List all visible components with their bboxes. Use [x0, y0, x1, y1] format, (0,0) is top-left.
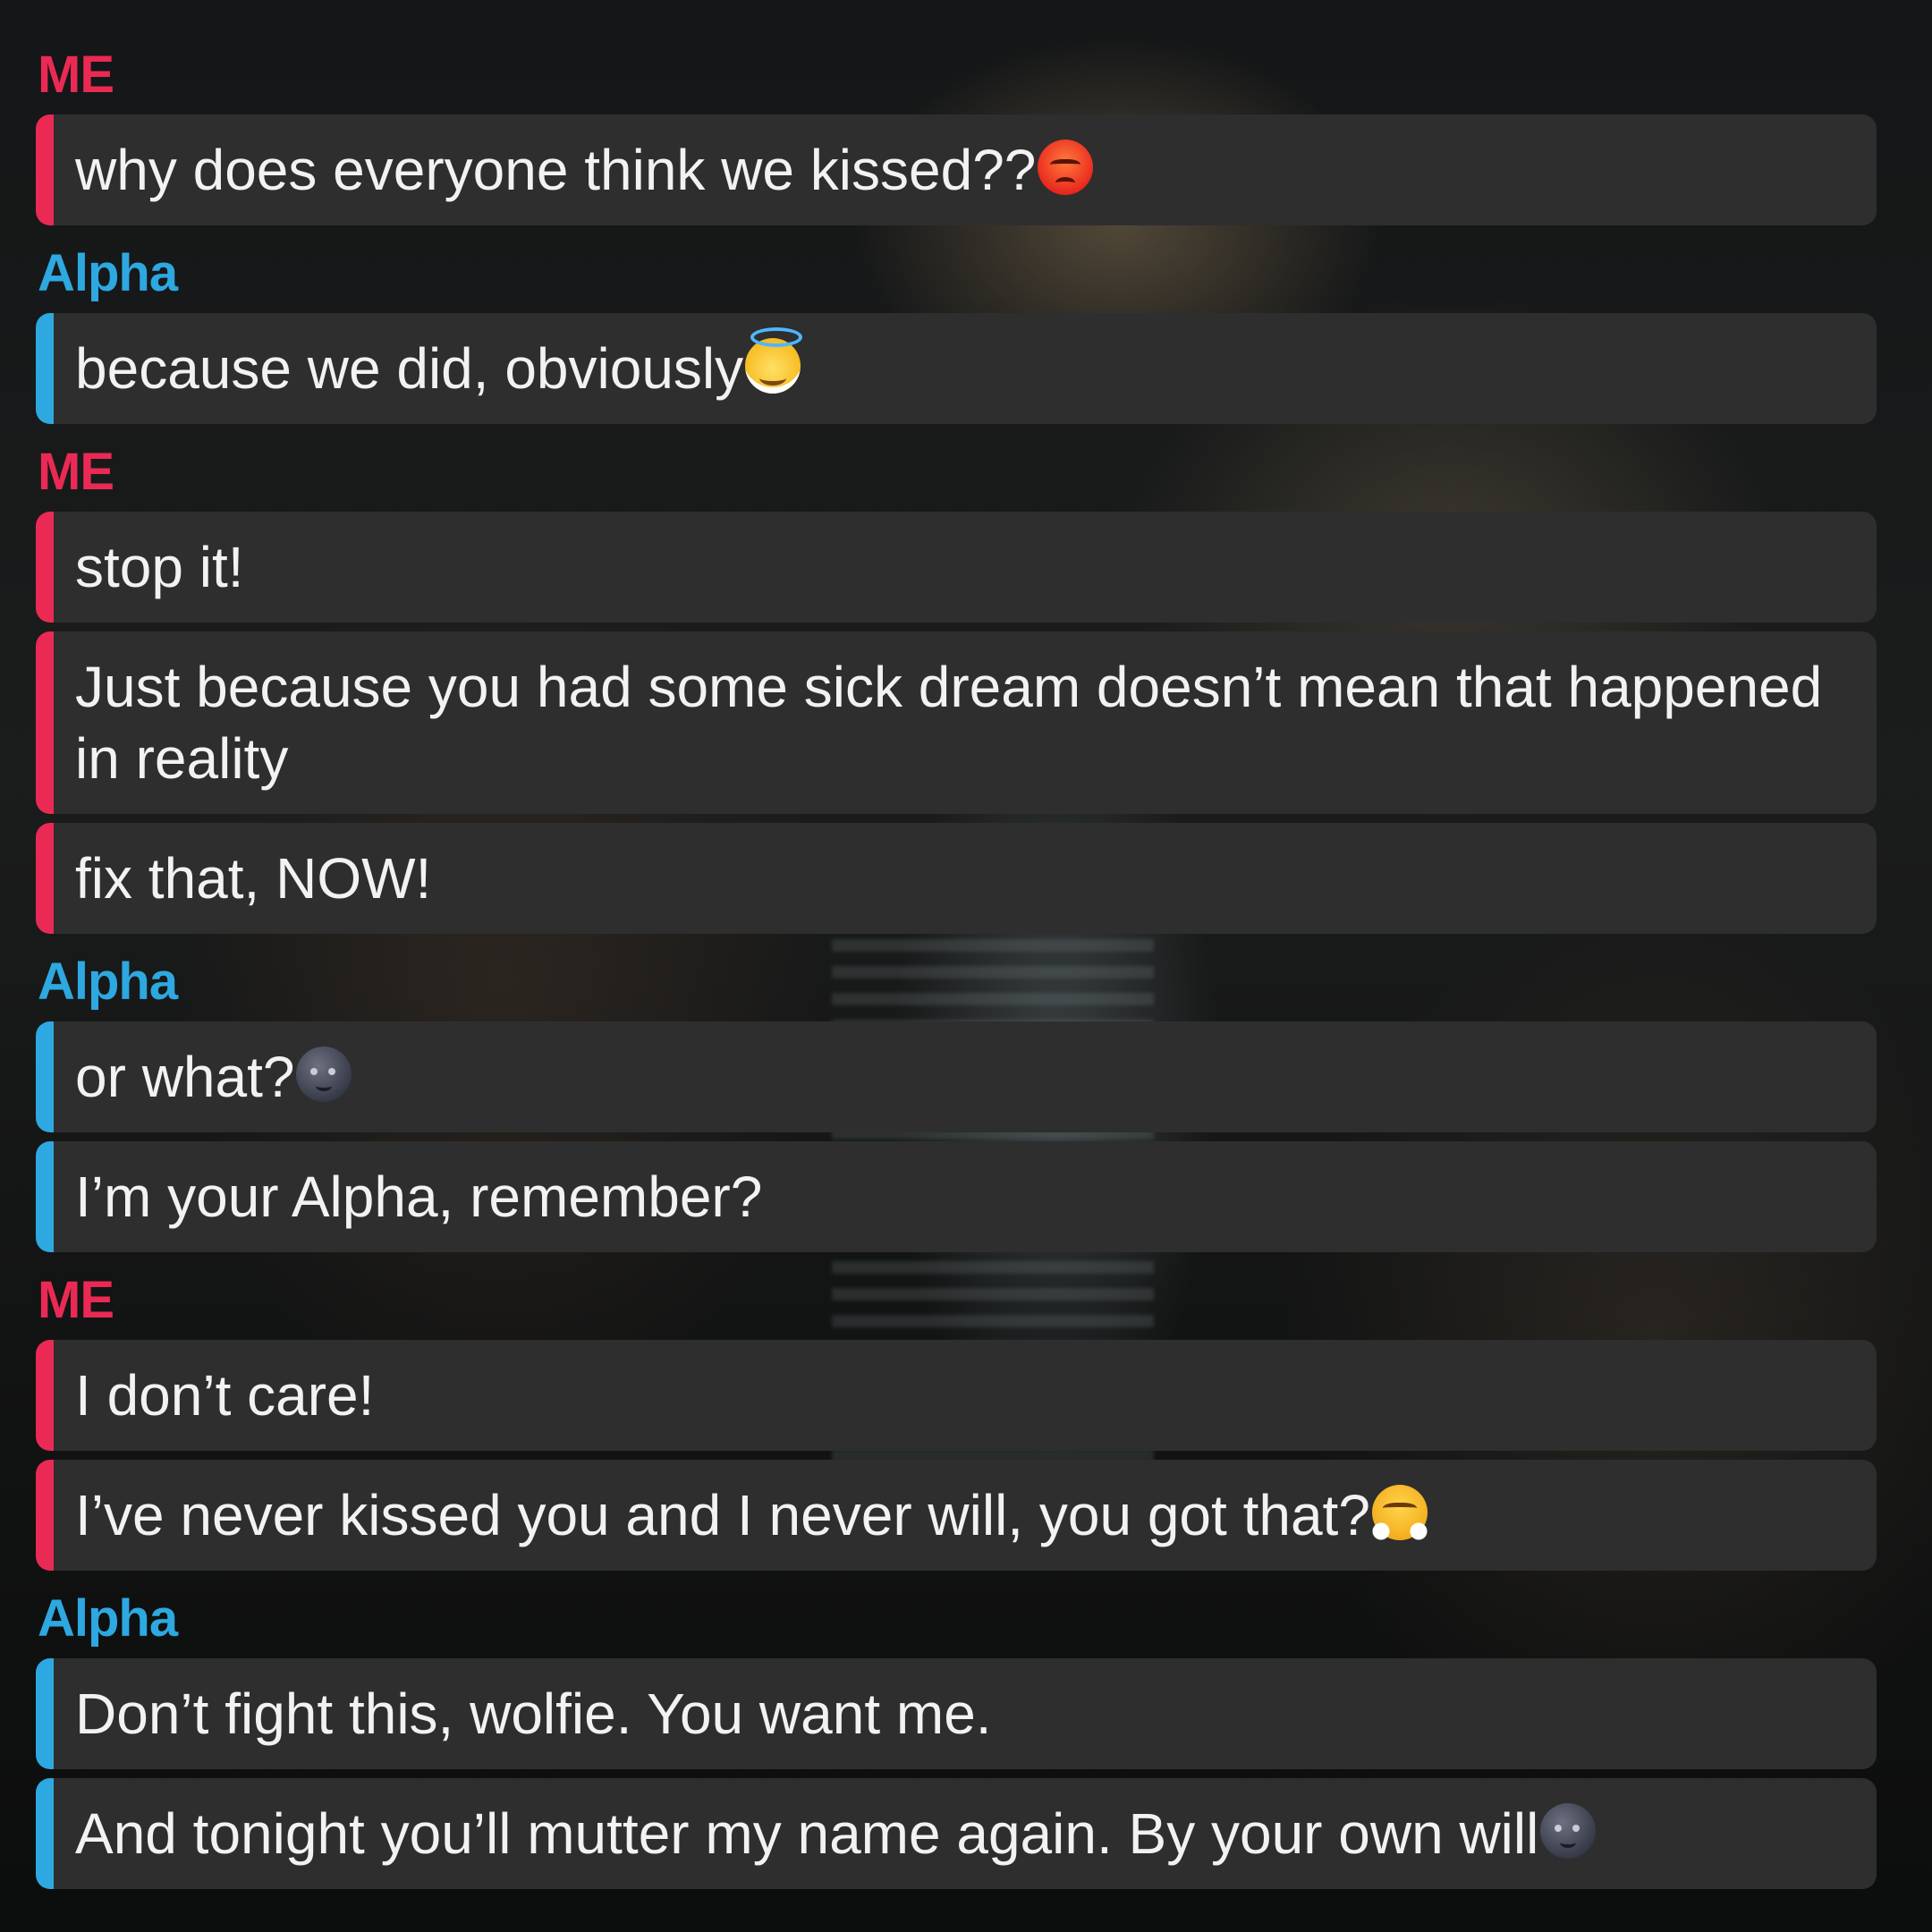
message-text: fix that, NOW! — [75, 846, 432, 911]
sender-name-me: ME — [38, 46, 114, 104]
message-text: I’m your Alpha, remember? — [75, 1165, 763, 1229]
message-text: And tonight you’ll mutter my name again.… — [75, 1801, 1539, 1866]
new-moon-face-icon — [1540, 1803, 1597, 1859]
message-bubble[interactable]: I’ve never kissed you and I never will, … — [36, 1460, 1877, 1571]
message-bubble[interactable]: fix that, NOW! — [36, 823, 1877, 934]
message-text: Just because you had some sick dream doe… — [75, 655, 1823, 791]
message-bubble[interactable]: because we did, obviously — [36, 313, 1877, 424]
message-bubble[interactable]: Don’t fight this, wolfie. You want me. — [36, 1658, 1877, 1769]
message-text: because we did, obviously — [75, 336, 744, 401]
sender-name-alpha: Alpha — [38, 244, 178, 302]
message-bubble[interactable]: Just because you had some sick dream doe… — [36, 631, 1877, 814]
message-text: Don’t fight this, wolfie. You want me. — [75, 1682, 992, 1746]
message-text: stop it! — [75, 535, 244, 599]
message-bubble[interactable]: And tonight you’ll mutter my name again.… — [36, 1778, 1877, 1889]
chat-thread: ME why does everyone think we kissed?? A… — [36, 36, 1877, 1898]
smiling-face-with-halo-icon — [745, 327, 803, 394]
face-with-steam-from-nose-icon — [1369, 1485, 1429, 1540]
sender-name-alpha: Alpha — [38, 1589, 178, 1648]
new-moon-face-icon — [296, 1046, 352, 1102]
message-bubble[interactable]: stop it! — [36, 512, 1877, 623]
sender-name-me: ME — [38, 1271, 114, 1329]
angry-face-icon — [1038, 140, 1094, 195]
message-bubble[interactable]: or what? — [36, 1021, 1877, 1132]
message-bubble[interactable]: I’m your Alpha, remember? — [36, 1141, 1877, 1252]
sender-name-alpha: Alpha — [38, 953, 178, 1011]
sender-name-me: ME — [38, 443, 114, 501]
message-text: I don’t care! — [75, 1363, 375, 1428]
message-text: I’ve never kissed you and I never will, … — [75, 1483, 1370, 1547]
message-bubble[interactable]: I don’t care! — [36, 1340, 1877, 1451]
message-text: or what? — [75, 1045, 295, 1109]
message-text: why does everyone think we kissed?? — [75, 138, 1037, 202]
message-bubble[interactable]: why does everyone think we kissed?? — [36, 114, 1877, 225]
